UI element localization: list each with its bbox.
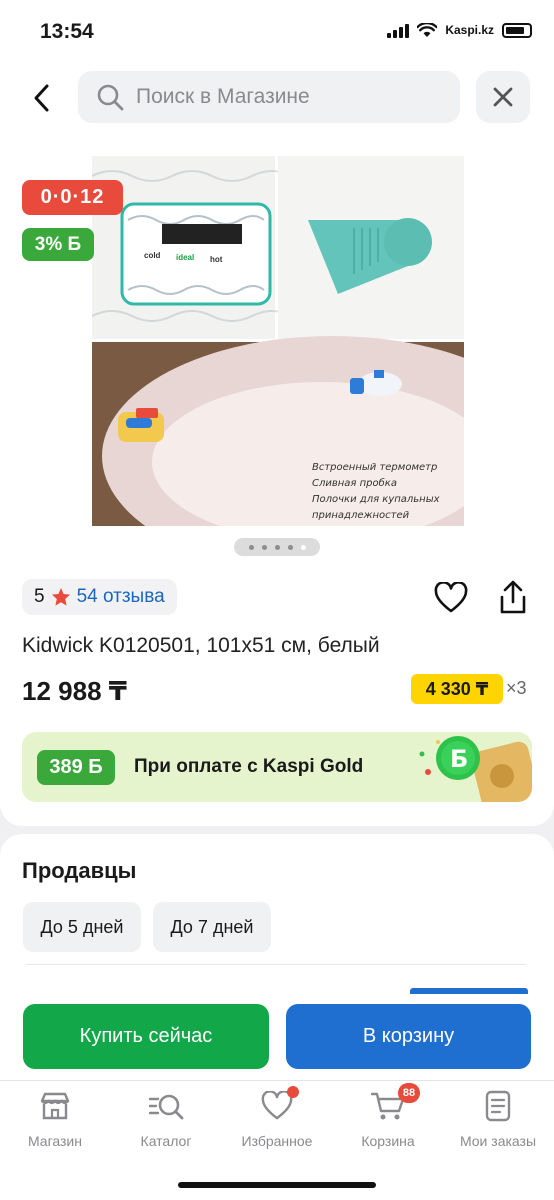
bonus-coin-icon: Б — [419, 736, 532, 802]
search-icon — [97, 84, 124, 111]
share-icon — [500, 580, 526, 614]
carrier-label: Kaspi.kz — [445, 23, 494, 37]
photo-caption-line: Сливная пробка — [312, 477, 397, 489]
buy-now-button[interactable]: Купить сейчас — [23, 1004, 269, 1069]
tab-label: Мои заказы — [459, 1133, 537, 1149]
tab-orders[interactable]: Мои заказы — [443, 1089, 553, 1153]
delivery-filter-chip[interactable]: До 7 дней — [153, 902, 271, 952]
pagination-dot — [287, 544, 293, 550]
pagination-dot — [261, 544, 267, 550]
heart-icon — [434, 581, 468, 613]
add-to-cart-button[interactable]: В корзину — [286, 1004, 531, 1069]
pagination-dot — [248, 544, 254, 550]
orders-icon — [480, 1089, 516, 1123]
tab-cart[interactable]: 88 Корзина — [333, 1083, 443, 1153]
product-page: 13:54 Kaspi.kz Поиск в Магазине cold ide… — [0, 0, 554, 1200]
tab-label: Каталог — [140, 1133, 192, 1149]
signal-icon — [387, 22, 410, 38]
gallery-pagination[interactable] — [234, 538, 320, 556]
photo-caption-line: Полочки для купальных — [312, 494, 440, 505]
installment-multiplier: ×3 — [506, 678, 527, 698]
notification-dot — [287, 1086, 299, 1098]
seller-button-peek — [410, 988, 528, 994]
search-input[interactable]: Поиск в Магазине — [78, 71, 460, 123]
gold-bonus-badge: 389 Б — [37, 750, 115, 785]
thermo-label-ideal: ideal — [176, 253, 194, 262]
top-bar: Поиск в Магазине — [0, 60, 554, 140]
product-title: Kidwick K0120501, 101х51 см, белый — [22, 634, 380, 657]
pagination-dot — [274, 544, 280, 550]
tab-store[interactable]: Магазин — [0, 1089, 110, 1153]
tab-favorites[interactable]: Избранное — [222, 1086, 332, 1153]
status-icons: Kaspi.kz — [387, 22, 532, 38]
wifi-icon — [417, 22, 438, 37]
cart-icon: 88 — [370, 1083, 420, 1123]
gold-banner-text: При оплате с Kaspi Gold — [134, 756, 364, 777]
pagination-dot-active — [300, 544, 306, 550]
back-button[interactable] — [22, 78, 62, 118]
bonus-badge: 3% Б — [22, 228, 94, 261]
status-bar: 13:54 Kaspi.kz — [0, 0, 554, 60]
tab-label: Корзина — [361, 1133, 415, 1149]
product-info: 5 54 отзыва Kidwick K0120501, 101х51 см,… — [0, 570, 554, 826]
photo-caption-line: принадлежностей — [312, 510, 410, 521]
status-time: 13:54 — [40, 20, 94, 43]
store-icon — [37, 1089, 73, 1123]
catalog-search-icon — [148, 1089, 184, 1123]
product-gallery[interactable]: cold ideal hot Встроенный термометр Слив… — [0, 140, 554, 570]
sellers-title: Продавцы — [22, 858, 137, 883]
home-indicator — [178, 1182, 376, 1188]
tab-label: Магазин — [27, 1133, 82, 1149]
kaspi-gold-banner[interactable]: 389 Б При оплате с Kaspi Gold Б — [22, 732, 532, 802]
svg-text:Б: Б — [450, 745, 468, 773]
battery-icon — [502, 22, 532, 38]
divider — [26, 964, 526, 965]
rating-chip[interactable]: 5 54 отзыва — [22, 579, 177, 615]
product-price: 12 988 ₸ — [22, 676, 127, 706]
close-icon — [493, 87, 513, 107]
photo-caption-line: Встроенный термометр — [312, 462, 437, 473]
share-button[interactable] — [496, 580, 532, 616]
search-placeholder: Поиск в Магазине — [136, 85, 310, 108]
heart-icon — [259, 1086, 299, 1123]
delivery-filter-chip[interactable]: До 5 дней — [23, 902, 141, 952]
favorite-button[interactable] — [434, 581, 470, 616]
product-photo[interactable]: cold ideal hot Встроенный термометр Слив… — [92, 156, 464, 526]
bathtub-image: cold ideal hot Встроенный термометр Слив… — [92, 156, 464, 526]
cart-count-badge: 88 — [398, 1083, 420, 1103]
rating-value: 5 — [34, 586, 45, 607]
close-button[interactable] — [476, 71, 530, 123]
timer-badge: 0·0·12 — [22, 180, 123, 215]
tab-catalog[interactable]: Каталог — [111, 1089, 221, 1153]
chevron-left-icon — [34, 84, 49, 112]
reviews-link[interactable]: 54 отзыва — [77, 586, 165, 608]
star-icon — [51, 588, 70, 606]
thermo-label-hot: hot — [210, 255, 223, 264]
thermo-label-cold: cold — [144, 251, 161, 260]
installment-badge[interactable]: 4 330 ₸ — [411, 674, 503, 704]
tab-label: Избранное — [241, 1133, 313, 1149]
